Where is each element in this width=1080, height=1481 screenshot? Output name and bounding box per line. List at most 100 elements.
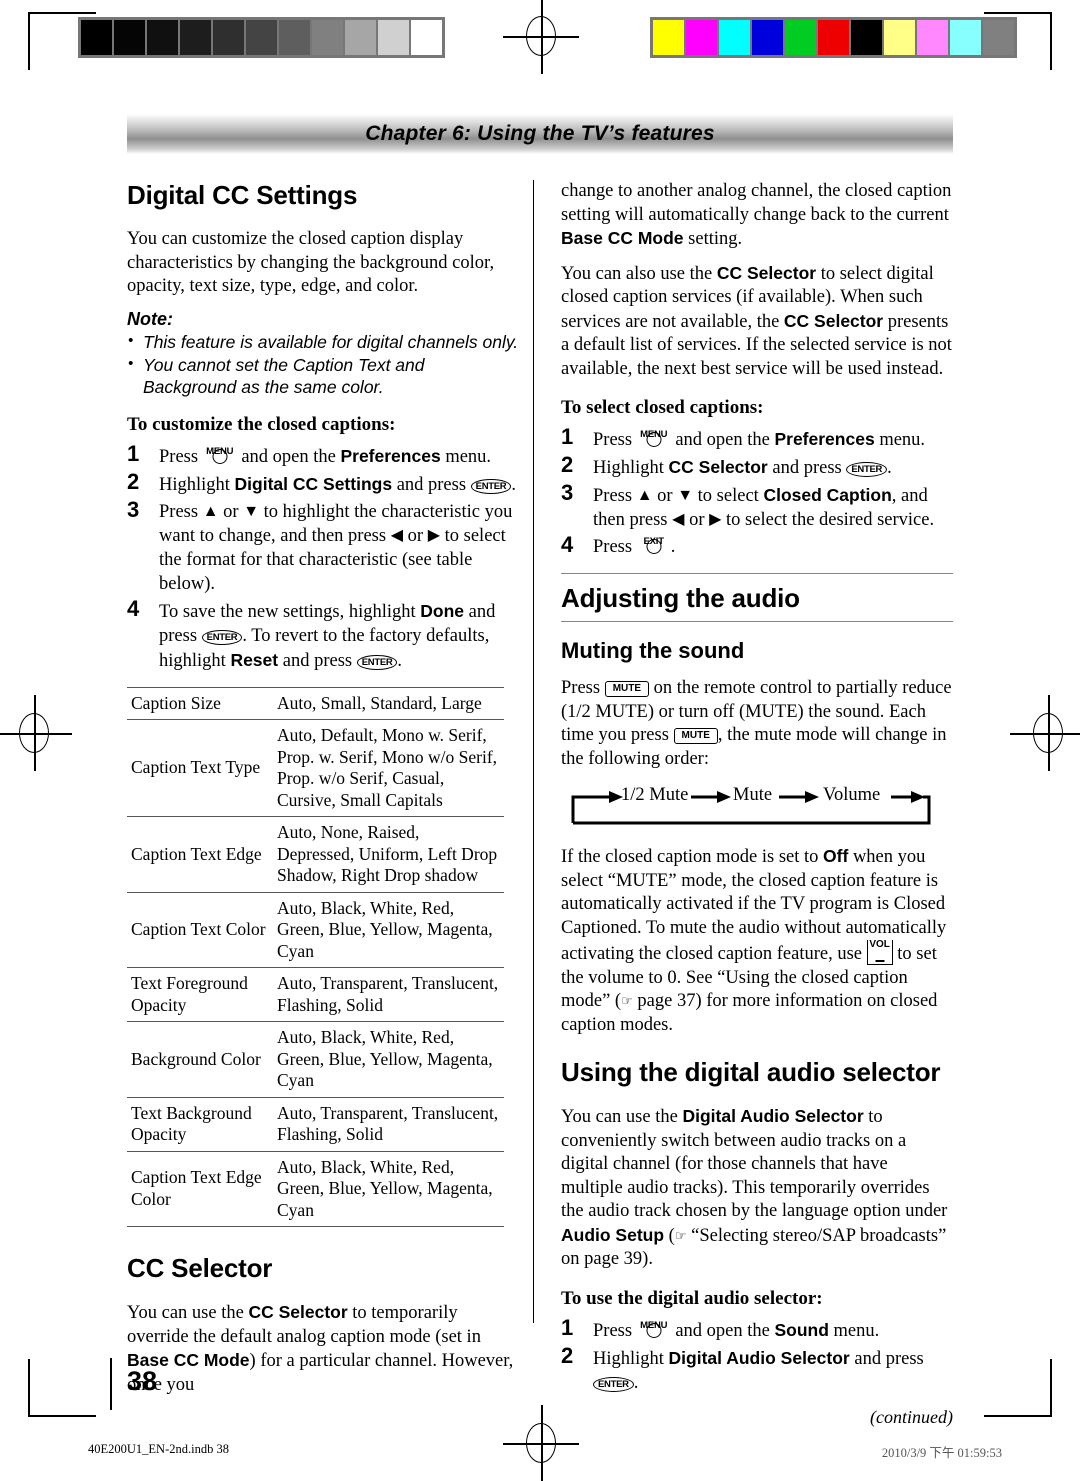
note-list: This feature is available for digital ch… bbox=[127, 330, 519, 398]
table-row: Background Color Auto, Black, White, Red… bbox=[127, 1021, 504, 1098]
enter-key-icon: ENTER bbox=[470, 478, 512, 494]
table-cell-key: Caption Size bbox=[131, 692, 221, 713]
step-number: 2 bbox=[561, 452, 574, 477]
pointing-hand-icon: ☞ bbox=[674, 1228, 687, 1244]
right-arrow-icon: ▶ bbox=[427, 526, 440, 544]
list-item: 4 To save the new settings, highlight Do… bbox=[127, 595, 496, 671]
list-item: 2 Highlight Digital CC Settings and pres… bbox=[127, 468, 516, 495]
right-arrow-icon: ▶ bbox=[709, 511, 722, 528]
step-number: 2 bbox=[127, 468, 140, 494]
procedure-title-select-captions: To select closed captions: bbox=[561, 397, 764, 418]
table-cell-key: Caption Text Type bbox=[131, 757, 261, 778]
enter-key-icon: ENTER bbox=[356, 654, 398, 670]
menu-key-icon: MENU bbox=[637, 428, 671, 448]
pointing-hand-icon: ☞ bbox=[621, 994, 633, 1009]
list-item: 1 Press MENU and open the Preferences me… bbox=[127, 440, 492, 467]
table-cell-key: Caption Text Color bbox=[131, 919, 266, 939]
table-cell-key: Background Color bbox=[131, 1048, 261, 1069]
footer-timestamp: 2010/3/9 下午 01:59:53 bbox=[881, 1446, 1002, 1460]
caption-characteristics-table: Caption Size Auto, Small, Standard, Larg… bbox=[127, 687, 504, 1228]
paragraph-intro: You can customize the closed caption dis… bbox=[127, 229, 495, 296]
table-row: Text Background Opacity Auto, Transparen… bbox=[127, 1097, 504, 1151]
table-row: Caption Text Edge Color Auto, Black, Whi… bbox=[127, 1151, 504, 1227]
enter-key-icon: ENTER bbox=[201, 629, 243, 645]
left-arrow-icon: ◀ bbox=[390, 526, 404, 544]
page-number-rule bbox=[110, 1358, 112, 1410]
table-cell-value: Auto, Transparent, Translucent, Flashing… bbox=[277, 1102, 499, 1145]
step-number: 1 bbox=[127, 440, 140, 466]
list-item: 3 Press ▲ or ▼ to select Closed Caption,… bbox=[561, 480, 935, 531]
page-number: 38 bbox=[127, 1366, 158, 1396]
table-cell-value: Auto, Black, White, Red, Green, Blue, Ye… bbox=[277, 1156, 493, 1220]
table-cell-key: Caption Text Edge bbox=[131, 843, 262, 864]
mute-cycle-diagram: 1/2 Mute Mute Volume bbox=[565, 781, 937, 831]
paragraph-cc-selector: You can use the CC Selector to temporari… bbox=[127, 1302, 514, 1395]
mute-cycle-label: Mute bbox=[733, 785, 773, 805]
table-row: Caption Text Color Auto, Black, White, R… bbox=[127, 892, 504, 968]
list-item: 2 Highlight CC Selector and press ENTER. bbox=[561, 452, 892, 479]
menu-key-icon: MENU bbox=[203, 445, 237, 465]
step-number: 1 bbox=[561, 424, 574, 449]
paragraph-mute-note: If the closed caption mode is set to Off… bbox=[561, 846, 947, 1035]
procedure-title-use-digital-audio-selector: To use the digital audio selector: bbox=[561, 1287, 823, 1309]
list-item: 3 Press ▲ or ▼ to highlight the characte… bbox=[127, 496, 513, 594]
list-item: 2 Highlight Digital Audio Selector and p… bbox=[561, 1342, 924, 1393]
step-number: 3 bbox=[561, 480, 574, 505]
list-item: 1 Press MENU and open the Preferences me… bbox=[561, 424, 926, 451]
note-label: Note: bbox=[127, 308, 173, 329]
step-number: 2 bbox=[561, 1342, 574, 1368]
down-arrow-icon: ▼ bbox=[677, 487, 694, 504]
heading-adjusting-the-audio: Adjusting the audio bbox=[561, 573, 953, 622]
step-number: 1 bbox=[561, 1314, 574, 1340]
volume-down-key-icon: VOL bbox=[866, 939, 893, 965]
paragraph-cc-selector-digital: You can also use the CC Selector to sele… bbox=[561, 262, 952, 379]
paragraph-mute: Press MUTE on the remote control to part… bbox=[561, 678, 952, 769]
list-item: You cannot set the Caption Text and Back… bbox=[127, 353, 519, 398]
list-item: This feature is available for digital ch… bbox=[127, 330, 519, 353]
table-cell-value: Auto, Transparent, Translucent, Flashing… bbox=[277, 973, 499, 1015]
table-cell-value: Auto, Black, White, Red, Green, Blue, Ye… bbox=[277, 897, 493, 961]
heading-digital-audio-selector: Using the digital audio selector bbox=[561, 1057, 941, 1087]
step-number: 4 bbox=[561, 532, 574, 557]
table-cell-value: Auto, Small, Standard, Large bbox=[277, 692, 482, 713]
table-row: Caption Size Auto, Small, Standard, Larg… bbox=[127, 687, 504, 720]
mute-cycle-label: 1/2 Mute bbox=[621, 785, 689, 805]
manual-page: Chapter 6: Using the TV’s features Digit… bbox=[0, 0, 1080, 1479]
list-item: 1 Press MENU and open the Sound menu. bbox=[561, 1314, 880, 1341]
mute-key-icon: MUTE bbox=[673, 728, 718, 744]
menu-key-icon: MENU bbox=[637, 1319, 671, 1339]
step-number: 4 bbox=[127, 595, 140, 621]
heading-muting-the-sound: Muting the sound bbox=[561, 638, 745, 663]
chapter-header-band: Chapter 6: Using the TV’s features bbox=[127, 114, 953, 154]
left-column: Digital CC Settings You can customize th… bbox=[127, 180, 519, 1407]
table-cell-key: Text Background Opacity bbox=[131, 1102, 252, 1145]
column-divider bbox=[533, 180, 534, 1323]
table-row: Caption Text Edge Auto, None, Raised, De… bbox=[127, 816, 504, 893]
up-arrow-icon: ▲ bbox=[202, 502, 219, 520]
heading-cc-selector: CC Selector bbox=[127, 1253, 273, 1283]
table-cell-value: Auto, None, Raised, Depressed, Uniform, … bbox=[277, 822, 498, 885]
left-arrow-icon: ◀ bbox=[672, 511, 685, 528]
down-arrow-icon: ▼ bbox=[243, 502, 260, 520]
footer-filename: 40E200U1_EN-2nd.indb 38 bbox=[88, 1442, 229, 1456]
table-cell-key: Text Foreground Opacity bbox=[131, 973, 248, 1015]
list-item: 4 Press EXIT. bbox=[561, 532, 676, 558]
mute-cycle-label: Volume bbox=[823, 785, 881, 805]
right-column: change to another analog channel, the cl… bbox=[561, 180, 953, 1428]
table-row: Caption Text Type Auto, Default, Mono w.… bbox=[127, 719, 504, 817]
table-row: Text Foreground Opacity Auto, Transparen… bbox=[127, 967, 504, 1022]
exit-key-icon: EXIT bbox=[637, 535, 671, 555]
enter-key-icon: ENTER bbox=[846, 462, 888, 477]
mute-key-icon: MUTE bbox=[604, 681, 650, 697]
steps-select-captions: 1 Press MENU and open the Preferences me… bbox=[561, 424, 953, 559]
table-cell-value: Auto, Default, Mono w. Serif, Prop. w. S… bbox=[277, 725, 498, 810]
procedure-title-customize-captions: To customize the closed captions: bbox=[127, 413, 396, 435]
steps-digital-audio-selector: 1 Press MENU and open the Sound menu. 2 … bbox=[561, 1314, 953, 1395]
table-cell-value: Auto, Black, White, Red, Green, Blue, Ye… bbox=[277, 1027, 493, 1090]
up-arrow-icon: ▲ bbox=[636, 487, 653, 504]
paragraph-continued: change to another analog channel, the cl… bbox=[561, 181, 952, 249]
steps-customize-captions: 1 Press MENU and open the Preferences me… bbox=[127, 440, 519, 673]
chapter-title: Chapter 6: Using the TV’s features bbox=[365, 122, 715, 145]
enter-key-icon: ENTER bbox=[593, 1376, 634, 1392]
heading-digital-cc-settings: Digital CC Settings bbox=[127, 180, 358, 210]
